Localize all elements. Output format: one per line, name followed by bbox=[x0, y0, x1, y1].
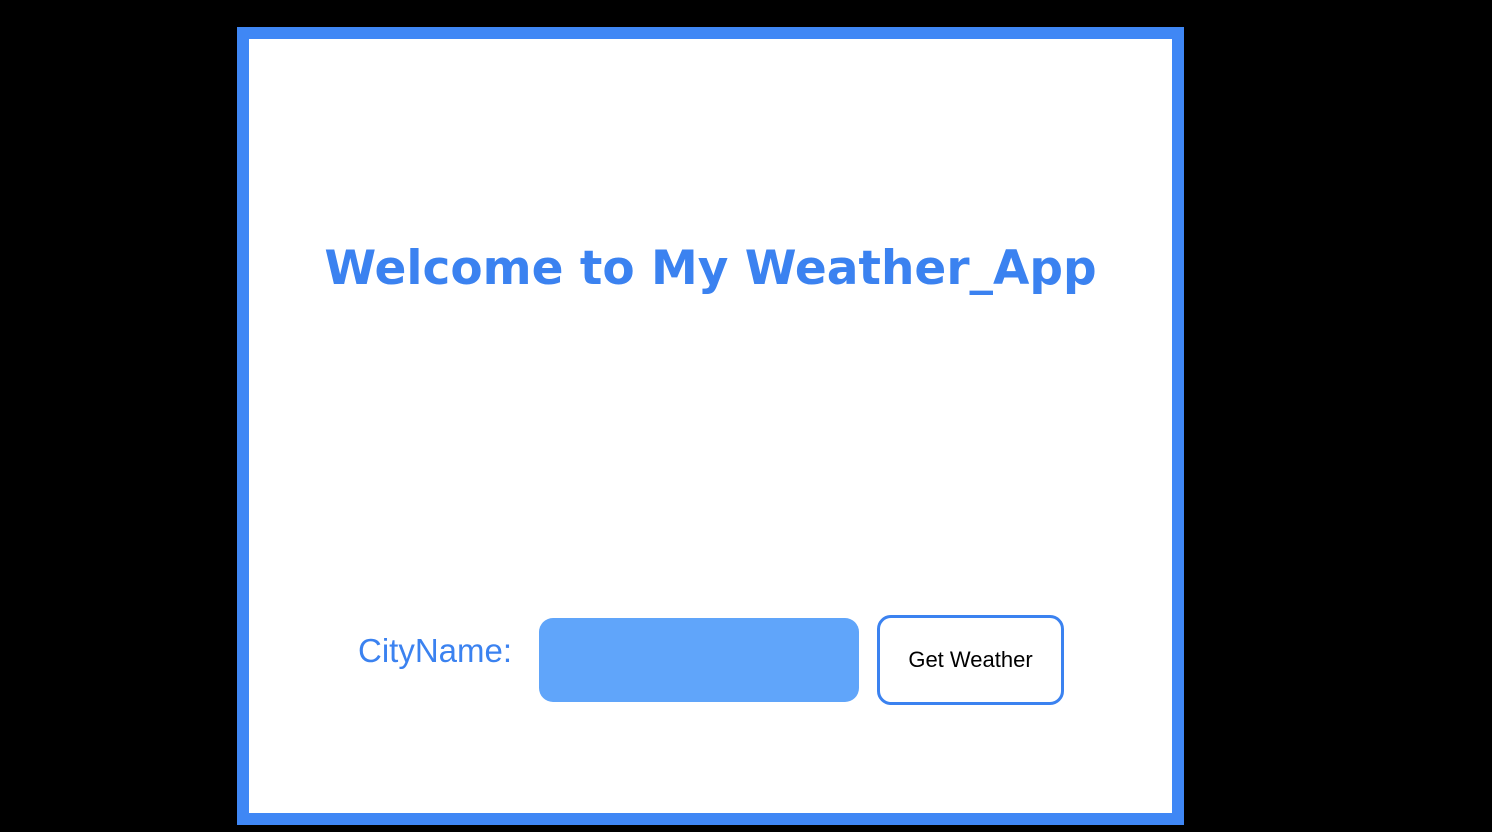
city-name-input[interactable] bbox=[539, 618, 859, 702]
get-weather-button[interactable]: Get Weather bbox=[877, 615, 1064, 705]
page-title: Welcome to My Weather_App bbox=[324, 241, 1097, 296]
app-panel: Welcome to My Weather_App CityName: Get … bbox=[237, 27, 1184, 825]
city-name-label: CityName: bbox=[358, 632, 513, 669]
city-search-form: CityName: Get Weather bbox=[249, 604, 1172, 705]
